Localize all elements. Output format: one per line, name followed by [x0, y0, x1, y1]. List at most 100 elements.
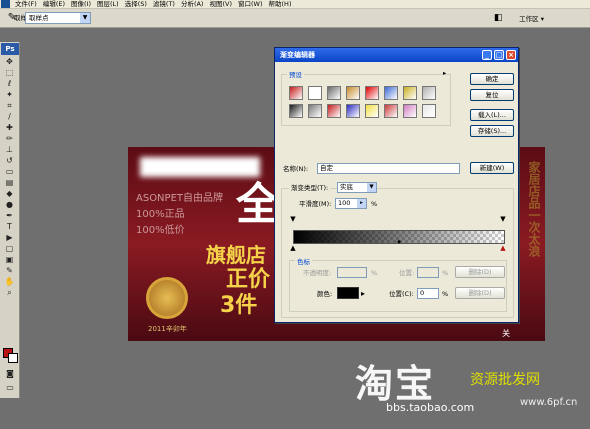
color-stop-right[interactable]: ▲ [500, 245, 506, 252]
smoothness-label: 平滑度(M): [299, 200, 332, 208]
gradient-preset-swatch[interactable] [327, 104, 341, 118]
presets-menu-icon[interactable]: ▸ [443, 69, 446, 78]
load-button[interactable]: 载入(L)... [470, 109, 514, 121]
gradient-preset-swatch[interactable] [365, 86, 379, 100]
location-unit-2: % [442, 290, 449, 298]
gradient-preset-swatch[interactable] [422, 86, 436, 100]
dodge-tool-icon[interactable]: ● [0, 199, 19, 210]
color-stop-left[interactable]: ▲ [290, 245, 296, 252]
menu-layer[interactable]: 图层(L) [94, 0, 122, 9]
year-text: 2011辛卯年 [148, 325, 187, 333]
menu-select[interactable]: 选择(S) [122, 0, 150, 9]
name-label: 名称(N): [283, 165, 309, 173]
gradient-preset-swatch[interactable] [308, 104, 322, 118]
eraser-tool-icon[interactable]: ▭ [0, 166, 19, 177]
name-input[interactable]: 自定 [317, 163, 460, 174]
gradient-type-value: 实底 [340, 183, 353, 191]
gradient-preset-swatch[interactable] [384, 104, 398, 118]
bullet-lowprice: 100%低价 [136, 225, 185, 236]
taobao-watermark: 淘宝 [355, 362, 436, 406]
menu-edit[interactable]: 编辑(E) [40, 0, 68, 9]
ok-button[interactable]: 确定 [470, 73, 514, 85]
midpoint-diamond[interactable]: ◆ [396, 239, 402, 246]
sample-size-select[interactable]: 取样点 ▼ [25, 12, 91, 24]
gradient-preset-swatch[interactable] [327, 86, 341, 100]
eyedropper-tool-icon[interactable]: ✎ [0, 265, 19, 276]
color-swatch[interactable] [337, 287, 359, 299]
gradient-preset-swatch[interactable] [289, 104, 303, 118]
dialog-title: 渐变编辑器 [280, 51, 315, 59]
color-menu-icon[interactable]: ▸ [361, 289, 365, 298]
minimize-icon[interactable]: _ [482, 50, 492, 60]
gradient-preset-swatch[interactable] [346, 104, 360, 118]
menu-view[interactable]: 视图(V) [206, 0, 235, 9]
sample-size-value: 取样点 [29, 14, 49, 22]
maximize-icon[interactable]: □ [494, 50, 504, 60]
menu-image[interactable]: 图像(I) [68, 0, 94, 9]
gradient-type-label: 渐变类型(T): [289, 184, 331, 193]
menu-window[interactable]: 窗口(W) [235, 0, 266, 9]
type-tool-icon[interactable]: T [0, 221, 19, 232]
gradient-preset-swatch[interactable] [308, 86, 322, 100]
dialog-titlebar[interactable]: 渐变编辑器 _ □ × [275, 48, 518, 62]
gradient-type-select[interactable]: 实底 ▼ [337, 182, 377, 193]
brush-tool-icon[interactable]: ✏ [0, 133, 19, 144]
menu-analysis[interactable]: 分析(A) [178, 0, 207, 9]
gradient-preset-swatch[interactable] [289, 86, 303, 100]
menu-filter[interactable]: 滤镜(T) [150, 0, 178, 9]
location-input-1 [417, 267, 439, 278]
save-button[interactable]: 存储(S)... [470, 125, 514, 137]
gradient-tool-icon[interactable]: ▤ [0, 177, 19, 188]
resource-watermark: 资源批发网 [470, 372, 540, 388]
gradient-preset-swatch[interactable] [346, 86, 360, 100]
move-tool-icon[interactable]: ✥ [0, 56, 19, 67]
location-input-2[interactable]: 0 [417, 288, 439, 299]
gradient-preset-swatch[interactable] [384, 86, 398, 100]
bridge-icon[interactable]: ◧ [491, 12, 505, 24]
crop-tool-icon[interactable]: ⌗ [0, 100, 19, 111]
bullet-brand: ASONPET自由品牌 [136, 193, 223, 204]
location-unit-1: % [442, 269, 449, 277]
marquee-tool-icon[interactable]: ⬚ [0, 67, 19, 78]
chevron-right-icon: ▸ [357, 199, 366, 208]
new-button[interactable]: 新建(W) [470, 162, 514, 174]
clone-stamp-icon[interactable]: ⊥ [0, 144, 19, 155]
healing-brush-icon[interactable]: ✚ [0, 122, 19, 133]
gradient-preset-swatch[interactable] [365, 104, 379, 118]
lasso-tool-icon[interactable]: ℓ [0, 78, 19, 89]
blurred-banner [140, 157, 260, 177]
opacity-stop-left[interactable]: ▼ [290, 216, 296, 223]
workspace-menu[interactable]: 工作区 ▾ [519, 13, 544, 23]
promo-line-2: 正价 [226, 267, 271, 292]
opacity-stop-right[interactable]: ▼ [500, 216, 506, 223]
watermarks: 淘宝 bbs.taobao.com 资源批发网 www.6pf.cn [0, 341, 590, 429]
menu-bar: 文件(F) 编辑(E) 图像(I) 图层(L) 选择(S) 滤镜(T) 分析(A… [0, 0, 590, 9]
reset-button[interactable]: 复位 [470, 89, 514, 101]
hand-tool-icon[interactable]: ✋ [0, 276, 19, 287]
blur-tool-icon[interactable]: ◆ [0, 188, 19, 199]
bullet-genuine: 100%正品 [136, 209, 185, 220]
menu-help[interactable]: 帮助(H) [266, 0, 295, 9]
options-bar: ✎ 取样大小: 取样点 ▼ ◧ 工作区 ▾ [0, 9, 590, 28]
notes-tool-icon[interactable]: ▣ [0, 254, 19, 265]
location-label-2: 位置(C): [389, 290, 414, 298]
menu-file[interactable]: 文件(F) [12, 0, 40, 9]
magic-wand-icon[interactable]: ✦ [0, 89, 19, 100]
path-select-icon[interactable]: ▶ [0, 232, 19, 243]
gradient-preset-swatch[interactable] [403, 86, 417, 100]
smoothness-input[interactable]: 100 ▸ [335, 198, 367, 209]
opacity-input [337, 267, 367, 278]
slice-tool-icon[interactable]: / [0, 111, 19, 122]
shape-tool-icon[interactable]: ▢ [0, 243, 19, 254]
smoothness-value: 100 [338, 199, 351, 207]
close-icon[interactable]: × [506, 50, 516, 60]
chevron-down-icon: ▼ [80, 13, 90, 23]
gradient-preset-swatch[interactable] [422, 104, 436, 118]
smoothness-unit: % [371, 200, 378, 208]
gradient-editor-dialog: 渐变编辑器 _ □ × 预设 ▸ 确定 复位 载入(L)... 存储(S)...… [274, 47, 519, 323]
promo-line-1: 旗舰店 [206, 243, 266, 267]
pen-tool-icon[interactable]: ✒ [0, 210, 19, 221]
zoom-tool-icon[interactable]: ⌕ [0, 287, 19, 298]
gradient-preset-swatch[interactable] [403, 104, 417, 118]
history-brush-icon[interactable]: ↺ [0, 155, 19, 166]
